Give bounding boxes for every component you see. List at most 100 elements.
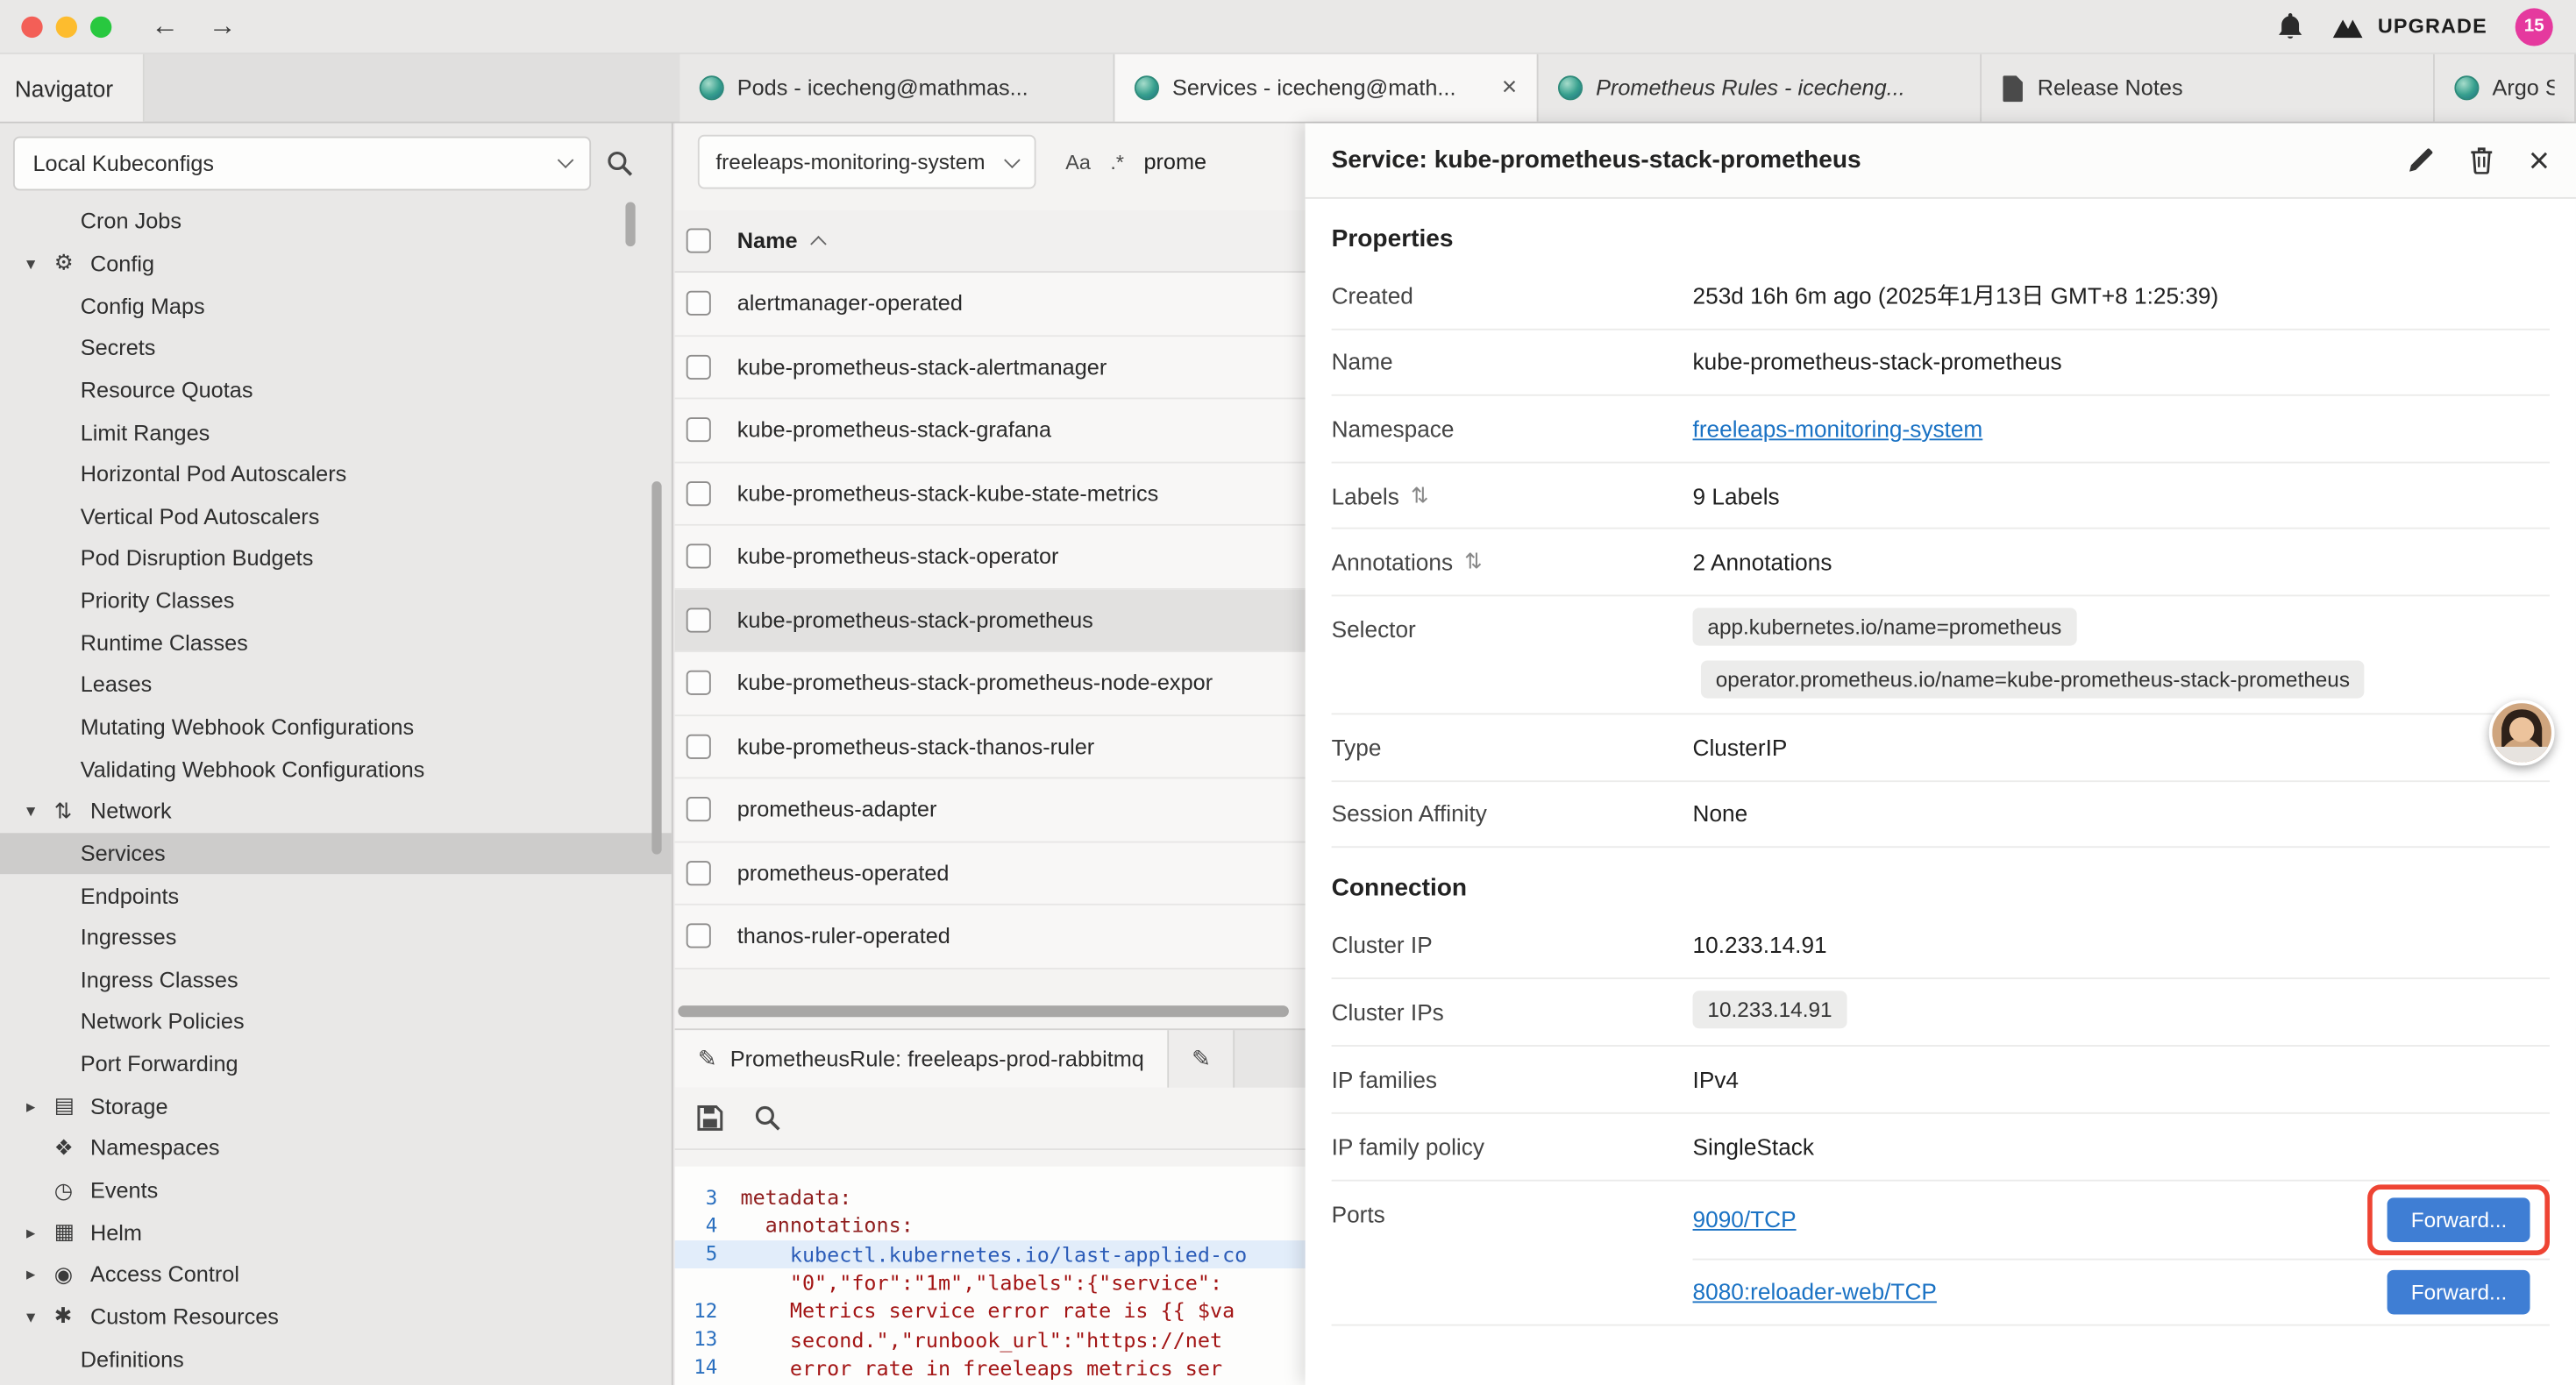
sidebar-item-vertical-pod-autoscalers[interactable]: Vertical Pod Autoscalers [0, 495, 672, 537]
collapse-arrow-icon[interactable]: ▾ [26, 253, 54, 274]
row-checkbox[interactable] [687, 354, 711, 379]
back-arrow-icon[interactable]: ← [151, 10, 179, 42]
expand-arrow-icon[interactable]: ▸ [26, 1222, 54, 1243]
row-checkbox[interactable] [687, 798, 711, 822]
horizontal-scrollbar[interactable] [678, 1005, 1302, 1019]
search-icon[interactable] [753, 1104, 781, 1133]
service-name: prometheus-adapter [737, 798, 937, 822]
sidebar-item-label: Access Control [90, 1262, 239, 1287]
row-checkbox[interactable] [687, 671, 711, 695]
sidebar-item-ingresses[interactable]: Ingresses [0, 917, 672, 959]
close-icon[interactable]: × [2529, 142, 2550, 178]
sidebar-item-horizontal-pod-autoscalers[interactable]: Horizontal Pod Autoscalers [0, 453, 672, 495]
filter-row: freeleaps-monitoring-system Aa .* prome [698, 135, 1206, 189]
sidebar-item-network[interactable]: ▾⇅Network [0, 790, 672, 832]
tab-argo-se[interactable]: Argo Se [2435, 54, 2576, 122]
property-label-text: Type [1332, 734, 1382, 760]
sidebar-item-runtime-classes[interactable]: Runtime Classes [0, 621, 672, 664]
app-logo-icon [2331, 14, 2364, 39]
sidebar-item-leases[interactable]: Leases [0, 664, 672, 706]
kubernetes-cluster-icon [1135, 75, 1159, 100]
row-checkbox[interactable] [687, 924, 711, 948]
row-checkbox[interactable] [687, 418, 711, 443]
port-link[interactable]: 9090/TCP [1693, 1206, 1797, 1232]
sidebar-item-cron-jobs[interactable]: Cron Jobs [0, 201, 672, 243]
close-window-button[interactable] [21, 16, 42, 37]
tab-prometheus-rules-icecheng[interactable]: Prometheus Rules - icecheng... [1539, 54, 1982, 122]
select-all-checkbox[interactable] [687, 229, 711, 253]
collapse-arrow-icon[interactable]: ▾ [26, 1306, 54, 1327]
property-value: 2 Annotations [1693, 549, 1832, 575]
delete-icon[interactable] [2470, 146, 2494, 174]
notifications-bell-icon[interactable] [2278, 12, 2304, 40]
sidebar-item-namespaces[interactable]: ❖Namespaces [0, 1127, 672, 1169]
sidebar-item-ingress-classes[interactable]: Ingress Classes [0, 959, 672, 1001]
minimize-window-button[interactable] [56, 16, 77, 37]
sidebar-item-config-maps[interactable]: Config Maps [0, 285, 672, 327]
sidebar-item-custom-resources[interactable]: ▾✱Custom Resources [0, 1296, 672, 1338]
port-link[interactable]: 8080:reloader-web/TCP [1693, 1279, 1937, 1305]
service-name: kube-prometheus-stack-kube-state-metrics [737, 481, 1158, 506]
row-checkbox[interactable] [687, 291, 711, 316]
name-column-header[interactable]: Name [737, 229, 824, 253]
sidebar-item-services[interactable]: Services [0, 833, 672, 875]
sidebar-item-helm[interactable]: ▸▦Helm [0, 1211, 672, 1254]
edit-icon[interactable] [2407, 146, 2435, 174]
row-checkbox[interactable] [687, 481, 711, 506]
user-avatar[interactable] [2489, 700, 2555, 765]
property-label: Cluster IPs [1332, 979, 1693, 1046]
save-icon[interactable] [696, 1104, 724, 1133]
sort-toggle-icon[interactable]: ⇅ [1464, 549, 1482, 575]
sidebar-item-endpoints[interactable]: Endpoints [0, 875, 672, 917]
sidebar-item-definitions[interactable]: Definitions [0, 1338, 672, 1380]
line-text: error rate in freeleaps metrics ser [740, 1355, 1222, 1380]
sidebar-item-label: Ingresses [81, 926, 177, 950]
sidebar-item-validating-webhook-configurations[interactable]: Validating Webhook Configurations [0, 748, 672, 790]
tab-services-icecheng-math[interactable]: Services - icecheng@math...× [1114, 54, 1538, 122]
sidebar-item-priority-classes[interactable]: Priority Classes [0, 579, 672, 621]
upgrade-button[interactable]: UPGRADE [2331, 14, 2487, 39]
namespace-link[interactable]: freeleaps-monitoring-system [1693, 416, 1983, 442]
sidebar-item-config[interactable]: ▾⚙Config [0, 243, 672, 285]
row-checkbox[interactable] [687, 544, 711, 569]
row-checkbox[interactable] [687, 607, 711, 632]
namespace-filter-dropdown[interactable]: freeleaps-monitoring-system [698, 135, 1036, 189]
service-name: alertmanager-operated [737, 291, 963, 316]
sidebar-item-mutating-webhook-configurations[interactable]: Mutating Webhook Configurations [0, 706, 672, 748]
forward-button[interactable]: Forward... [2388, 1197, 2530, 1241]
tab-pods-icecheng-mathmas[interactable]: Pods - icecheng@mathmas... [680, 54, 1114, 122]
drawer-actions: × [2407, 142, 2550, 178]
match-case-toggle[interactable]: Aa [1065, 150, 1091, 173]
scrollbar-thumb[interactable] [678, 1005, 1289, 1017]
scrollbar-thumb[interactable] [651, 481, 661, 854]
forward-button[interactable]: Forward... [2388, 1270, 2530, 1315]
notification-count-badge[interactable]: 15 [2516, 7, 2553, 45]
regex-toggle[interactable]: .* [1110, 150, 1124, 173]
search-icon[interactable] [606, 149, 634, 177]
sort-toggle-icon[interactable]: ⇅ [1411, 482, 1428, 508]
search-input[interactable]: prome [1143, 150, 1206, 174]
expand-arrow-icon[interactable]: ▸ [26, 1096, 54, 1117]
forward-arrow-icon[interactable]: → [209, 10, 237, 42]
sidebar-item-limit-ranges[interactable]: Limit Ranges [0, 411, 672, 453]
sidebar-item-events[interactable]: ◷Events [0, 1169, 672, 1211]
row-checkbox[interactable] [687, 734, 711, 758]
collapse-arrow-icon[interactable]: ▾ [26, 800, 54, 821]
sidebar-item-storage[interactable]: ▸▤Storage [0, 1085, 672, 1127]
kubeconfig-selector[interactable]: Local Kubeconfigs [13, 136, 591, 190]
sidebar-item-resource-quotas[interactable]: Resource Quotas [0, 369, 672, 411]
sidebar-item-secrets[interactable]: Secrets [0, 327, 672, 369]
row-checkbox[interactable] [687, 861, 711, 885]
dock-tab-partial[interactable]: ✎ [1169, 1030, 1235, 1088]
sidebar-item-network-policies[interactable]: Network Policies [0, 1001, 672, 1043]
sidebar-item-pod-disruption-budgets[interactable]: Pod Disruption Budgets [0, 537, 672, 579]
tab-close-icon[interactable]: × [1502, 73, 1517, 103]
sidebar-item-port-forwarding[interactable]: Port Forwarding [0, 1043, 672, 1085]
badge-list: 10.233.14.91 [1693, 979, 1847, 1043]
scrollbar-thumb[interactable] [625, 202, 635, 247]
tab-release-notes[interactable]: Release Notes [1982, 54, 2435, 122]
dock-tab-prometheusrule[interactable]: ✎ PrometheusRule: freeleaps-prod-rabbitm… [675, 1030, 1169, 1088]
expand-arrow-icon[interactable]: ▸ [26, 1264, 54, 1285]
sidebar-item-access-control[interactable]: ▸◉Access Control [0, 1254, 672, 1296]
zoom-window-button[interactable] [90, 16, 111, 37]
